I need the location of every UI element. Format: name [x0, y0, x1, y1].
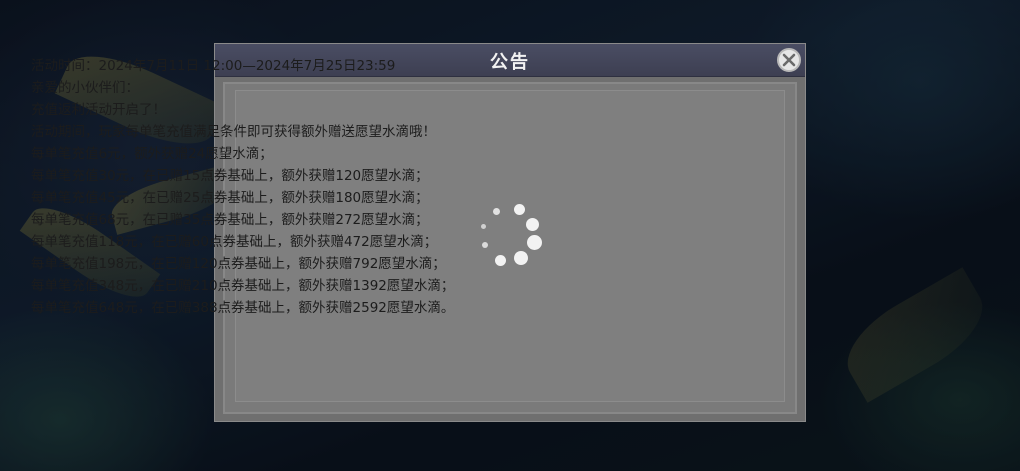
spinner-dot [527, 235, 542, 250]
announcement-line: 每单笔充值348元，在已赠210点券基础上，额外获赠1392愿望水滴； [31, 278, 455, 294]
announcement-text: 活动时间：2024年7月11日 12:00—2024年7月25日23:59 亲爱… [31, 55, 571, 319]
spinner-dot [526, 218, 539, 231]
close-x-icon [782, 53, 796, 67]
loading-spinner-icon [478, 200, 548, 272]
spinner-dot [514, 251, 528, 265]
announcement-line: 充值返利活动开启了！ [31, 102, 166, 118]
announcement-line: 每单笔充值648元，在已赠388点券基础上，额外获赠2592愿望水滴。 [31, 300, 455, 316]
spinner-dot [495, 255, 506, 266]
spinner-dot [493, 208, 500, 215]
announcement-line: 活动期间，玩家每单笔充值满足条件即可获得额外赠送愿望水滴哦！ [31, 124, 436, 140]
spinner-dot [482, 242, 488, 248]
announcement-line: 每单笔充值6元，额外获赠24愿望水滴； [31, 146, 273, 162]
close-button[interactable] [777, 48, 801, 72]
spinner-dot [514, 204, 525, 215]
announcement-line: 亲爱的小伙伴们： [31, 80, 139, 96]
spinner-dot [481, 224, 486, 229]
announcement-line: 每单笔充值30元，在已赠15点券基础上，额外获赠120愿望水滴； [31, 168, 429, 184]
game-background: 公告 活动时间：2024年7月11日 12:00—2024年7月25日23:59… [0, 0, 1020, 471]
announcement-line: 活动时间：2024年7月11日 12:00—2024年7月25日23:59 [31, 58, 396, 74]
